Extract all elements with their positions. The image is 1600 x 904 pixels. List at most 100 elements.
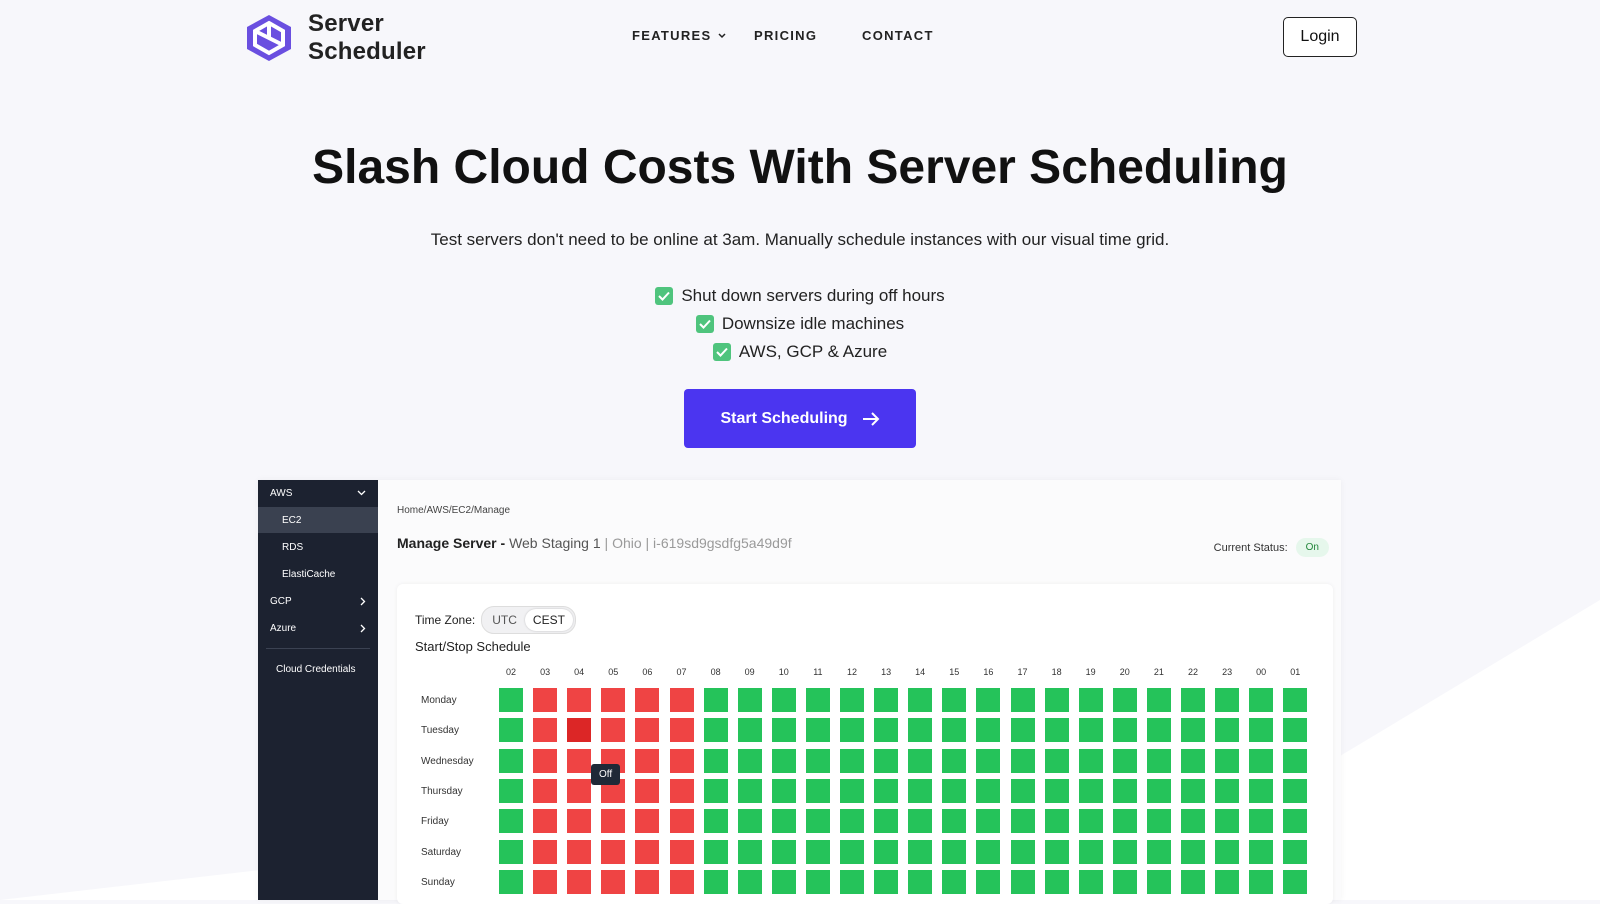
schedule-cell[interactable] (499, 809, 523, 834)
schedule-cell[interactable] (567, 839, 592, 864)
schedule-cell[interactable] (533, 809, 558, 834)
sidebar-item-aws[interactable]: AWS (258, 480, 378, 506)
schedule-cell[interactable] (1249, 809, 1274, 834)
schedule-cell[interactable] (840, 839, 864, 864)
login-button[interactable]: Login (1283, 17, 1357, 57)
start-scheduling-button[interactable]: Start Scheduling (684, 389, 916, 448)
schedule-cell[interactable] (805, 688, 830, 712)
schedule-cell[interactable] (1146, 778, 1171, 803)
timezone-utc[interactable]: UTC (484, 609, 525, 631)
schedule-cell[interactable] (499, 839, 523, 864)
schedule-cell[interactable] (1215, 778, 1240, 803)
schedule-cell[interactable] (1146, 748, 1171, 773)
schedule-cell[interactable] (499, 688, 523, 712)
schedule-cell[interactable] (1283, 809, 1308, 834)
schedule-cell[interactable] (1078, 809, 1103, 834)
schedule-cell[interactable] (635, 688, 660, 712)
schedule-cell[interactable] (737, 778, 762, 803)
schedule-cell[interactable] (567, 688, 592, 712)
schedule-cell[interactable] (1010, 869, 1035, 894)
schedule-cell[interactable] (1181, 869, 1205, 894)
schedule-cell[interactable] (635, 869, 660, 894)
schedule-cell[interactable] (669, 778, 694, 803)
sidebar-item-cloud-credentials[interactable]: Cloud Credentials (258, 656, 378, 682)
schedule-cell[interactable] (1215, 839, 1240, 864)
schedule-cell[interactable] (771, 839, 796, 864)
schedule-cell[interactable] (533, 839, 558, 864)
schedule-cell[interactable] (1215, 869, 1240, 894)
schedule-cell[interactable] (1215, 809, 1240, 834)
schedule-cell[interactable] (1078, 748, 1103, 773)
schedule-cell[interactable] (499, 718, 523, 743)
schedule-cell[interactable] (1215, 748, 1240, 773)
schedule-cell[interactable] (840, 748, 864, 773)
schedule-cell[interactable] (601, 809, 626, 834)
schedule-cell[interactable] (1044, 809, 1069, 834)
sidebar-item-elasticache[interactable]: ElastiCache (258, 561, 378, 587)
schedule-cell[interactable] (874, 718, 899, 743)
schedule-cell[interactable] (1112, 778, 1137, 803)
schedule-cell[interactable] (533, 748, 558, 773)
schedule-cell[interactable] (1181, 748, 1205, 773)
schedule-cell[interactable] (976, 688, 1001, 712)
schedule-cell[interactable] (601, 718, 626, 743)
schedule-cell[interactable] (771, 748, 796, 773)
schedule-cell[interactable] (1181, 778, 1205, 803)
schedule-cell[interactable] (635, 839, 660, 864)
schedule-cell[interactable] (840, 688, 864, 712)
schedule-cell[interactable] (1283, 718, 1308, 743)
schedule-cell[interactable] (635, 778, 660, 803)
schedule-cell[interactable] (1181, 809, 1205, 834)
schedule-cell[interactable] (1044, 688, 1069, 712)
nav-features[interactable]: FEATURES (632, 28, 726, 43)
schedule-cell[interactable] (737, 718, 762, 743)
schedule-cell[interactable] (1010, 839, 1035, 864)
schedule-cell[interactable] (942, 809, 967, 834)
schedule-cell[interactable] (1283, 748, 1308, 773)
schedule-cell[interactable] (737, 839, 762, 864)
schedule-cell[interactable] (840, 869, 864, 894)
schedule-cell[interactable] (805, 778, 830, 803)
schedule-cell[interactable] (669, 688, 694, 712)
schedule-cell[interactable] (737, 748, 762, 773)
schedule-cell[interactable] (1112, 869, 1137, 894)
schedule-cell[interactable] (1112, 688, 1137, 712)
schedule-cell[interactable] (1181, 839, 1205, 864)
schedule-cell[interactable] (771, 809, 796, 834)
schedule-cell[interactable] (703, 718, 728, 743)
schedule-cell[interactable] (635, 718, 660, 743)
schedule-cell[interactable] (874, 688, 899, 712)
schedule-cell[interactable] (1078, 778, 1103, 803)
schedule-cell[interactable] (703, 869, 728, 894)
schedule-cell[interactable] (908, 688, 933, 712)
schedule-cell[interactable] (840, 809, 864, 834)
schedule-cell[interactable] (874, 778, 899, 803)
schedule-cell[interactable] (908, 839, 933, 864)
schedule-cell[interactable] (567, 778, 592, 803)
schedule-cell[interactable] (669, 809, 694, 834)
schedule-cell[interactable] (567, 809, 592, 834)
schedule-cell[interactable] (1078, 869, 1103, 894)
schedule-cell[interactable] (1146, 688, 1171, 712)
schedule-cell[interactable] (1215, 688, 1240, 712)
schedule-cell[interactable] (1181, 718, 1205, 743)
schedule-cell[interactable] (1249, 778, 1274, 803)
schedule-cell[interactable] (874, 809, 899, 834)
schedule-cell[interactable] (737, 809, 762, 834)
schedule-cell[interactable] (1249, 688, 1274, 712)
schedule-cell[interactable] (942, 688, 967, 712)
schedule-cell[interactable] (908, 869, 933, 894)
nav-pricing[interactable]: PRICING (754, 28, 817, 43)
schedule-cell[interactable] (1249, 718, 1274, 743)
schedule-cell[interactable] (1112, 839, 1137, 864)
sidebar-item-ec2[interactable]: EC2 (258, 507, 378, 533)
schedule-cell[interactable] (805, 869, 830, 894)
schedule-cell[interactable] (601, 839, 626, 864)
schedule-cell[interactable] (840, 778, 864, 803)
schedule-cell[interactable] (669, 718, 694, 743)
schedule-cell[interactable] (1044, 839, 1069, 864)
schedule-cell[interactable] (805, 718, 830, 743)
schedule-cell[interactable] (703, 748, 728, 773)
schedule-cell[interactable] (1283, 839, 1308, 864)
schedule-cell[interactable] (908, 809, 933, 834)
